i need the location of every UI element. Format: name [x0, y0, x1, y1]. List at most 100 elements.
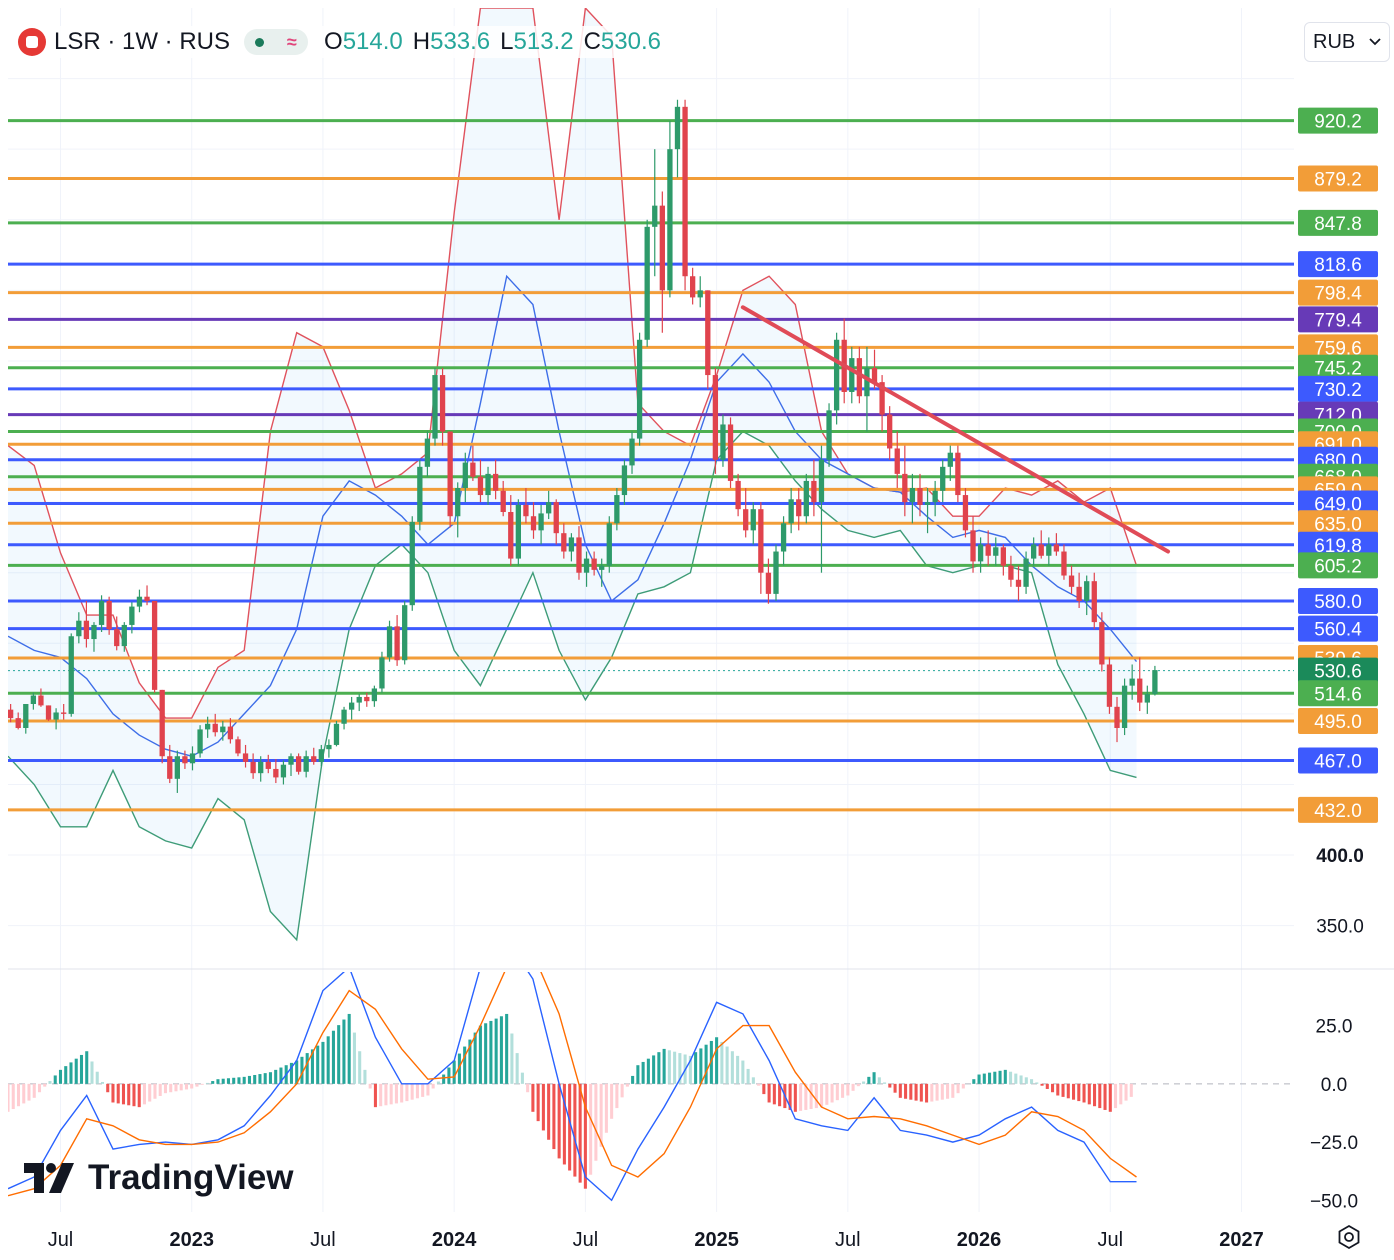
- time-axis-tick-label: Jul: [48, 1229, 74, 1251]
- macd-histogram-bar: [447, 1067, 451, 1084]
- candle-body: [129, 606, 135, 625]
- high-value: 533.6: [430, 28, 491, 55]
- candle-body: [1114, 706, 1120, 728]
- price-axis-tick-label: 350.0: [1316, 917, 1364, 938]
- macd-histogram-bar: [830, 1083, 834, 1103]
- tradingview-logo-icon: [24, 1163, 74, 1193]
- macd-histogram-bar: [715, 1037, 719, 1084]
- macd-histogram-bar: [384, 1083, 388, 1106]
- macd-histogram-bar: [337, 1025, 341, 1084]
- candle-body: [235, 739, 241, 754]
- macd-histogram-bar: [64, 1066, 68, 1084]
- macd-histogram-bar: [1014, 1073, 1018, 1084]
- market-status-dot-icon: [255, 37, 265, 47]
- candle-body: [500, 490, 506, 512]
- macd-histogram-bar: [22, 1083, 26, 1104]
- macd-histogram-bar: [547, 1083, 551, 1140]
- macd-histogram-bar: [127, 1083, 131, 1106]
- macd-histogram-bar: [993, 1071, 997, 1084]
- macd-histogram-bar: [53, 1075, 57, 1084]
- symbol-title[interactable]: LSR · 1W · RUS: [54, 28, 230, 56]
- candle-body: [796, 499, 802, 517]
- macd-histogram-bar: [415, 1083, 419, 1099]
- macd-histogram-bar: [373, 1083, 377, 1108]
- macd-histogram-bar: [531, 1083, 535, 1112]
- macd-histogram-bar: [1082, 1083, 1086, 1103]
- price-level-label: 580.0: [1314, 592, 1362, 613]
- macd-histogram-bar: [137, 1083, 141, 1108]
- macd-histogram-bar: [793, 1083, 797, 1112]
- candle-body: [318, 749, 324, 762]
- candle-body: [455, 488, 461, 517]
- macd-histogram-bar: [762, 1083, 766, 1095]
- price-level-label: 605.2: [1314, 556, 1362, 577]
- candle-body: [326, 744, 332, 750]
- candle-body: [76, 620, 82, 637]
- macd-histogram-bar: [1072, 1083, 1076, 1100]
- candle-body: [8, 709, 14, 719]
- price-chart-svg[interactable]: 920.2879.2847.8818.6798.4779.4759.6745.2…: [0, 0, 1394, 1255]
- macd-histogram-bar: [835, 1083, 839, 1101]
- macd-histogram-bar: [862, 1081, 866, 1084]
- macd-histogram-bar: [394, 1083, 398, 1104]
- macd-histogram-bar: [116, 1083, 120, 1104]
- macd-histogram-bar: [142, 1083, 147, 1105]
- macd-histogram-bar: [410, 1083, 414, 1100]
- settings-gear-icon[interactable]: [1336, 1224, 1362, 1250]
- macd-histogram-bar: [452, 1060, 456, 1084]
- candle-body: [1046, 544, 1052, 556]
- macd-histogram-bar: [1108, 1083, 1112, 1112]
- macd-histogram-bar: [389, 1083, 393, 1105]
- macd-histogram-bar: [998, 1070, 1002, 1084]
- macd-histogram-bar: [631, 1075, 635, 1084]
- macd-histogram-bar: [657, 1052, 661, 1084]
- candle-body: [924, 502, 931, 505]
- candle-body: [447, 431, 453, 517]
- macd-histogram-bar: [121, 1083, 126, 1105]
- candle-body: [894, 448, 900, 474]
- macd-histogram-bar: [961, 1083, 965, 1089]
- macd-histogram-bar: [263, 1073, 267, 1084]
- macd-histogram-bar: [184, 1083, 188, 1090]
- macd-histogram-bar: [662, 1048, 666, 1084]
- currency-selector[interactable]: RUB: [1304, 22, 1390, 62]
- candle-body: [818, 459, 825, 503]
- macd-histogram-bar: [200, 1083, 204, 1085]
- candle-body: [356, 696, 362, 703]
- macd-histogram-bar: [536, 1083, 540, 1122]
- macd-histogram-bar: [694, 1052, 698, 1084]
- open-value: 514.0: [342, 28, 403, 55]
- macd-histogram-bar: [589, 1083, 593, 1175]
- candle-body: [652, 205, 658, 227]
- macd-histogram-bar: [431, 1083, 435, 1089]
- macd-histogram-bar: [751, 1077, 755, 1084]
- chart-area[interactable]: 920.2 879.2 847.8 818.6 798.4 779.4 759.6 745.2…: [0, 0, 1394, 1255]
- candle-body: [667, 149, 673, 291]
- candle-body: [902, 473, 908, 503]
- candle-body: [136, 596, 143, 607]
- time-axis-tick-label: Jul: [573, 1229, 599, 1251]
- indicator-toggle-pill[interactable]: ≈: [244, 29, 309, 55]
- candle-body: [1152, 670, 1158, 695]
- macd-histogram-bar: [331, 1030, 335, 1084]
- symbol-legend[interactable]: LSR · 1W · RUS ≈ O 514.0 H 533.6 L 513.2 C5…: [18, 26, 675, 58]
- macd-histogram-bar: [111, 1083, 115, 1103]
- macd-histogram-bar: [946, 1083, 950, 1099]
- candle-body: [402, 605, 408, 661]
- macd-histogram-bar: [1003, 1069, 1007, 1084]
- macd-histogram-bar: [237, 1077, 241, 1084]
- close-value: 530.6: [600, 28, 661, 55]
- macd-histogram-bar: [615, 1083, 619, 1109]
- macd-histogram-bar: [268, 1072, 272, 1084]
- macd-histogram-bar: [725, 1046, 729, 1084]
- tradingview-logo[interactable]: TradingView: [24, 1158, 294, 1198]
- macd-histogram-bar: [352, 1032, 356, 1084]
- macd-histogram-bar: [977, 1074, 981, 1084]
- macd-histogram-bar: [221, 1078, 225, 1084]
- macd-histogram-bar: [757, 1083, 761, 1086]
- macd-histogram-bar: [893, 1083, 897, 1093]
- macd-histogram-bar: [1035, 1082, 1039, 1084]
- price-level-label: 432.0: [1314, 801, 1362, 822]
- candle-body: [205, 723, 211, 730]
- macd-histogram-bar: [484, 1023, 488, 1084]
